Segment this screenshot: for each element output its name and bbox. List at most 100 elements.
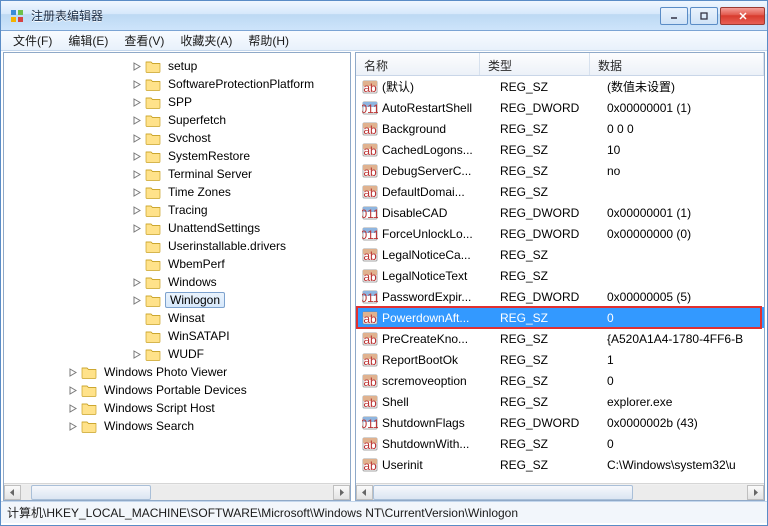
statusbar: 计算机\HKEY_LOCAL_MACHINE\SOFTWARE\Microsof… xyxy=(1,501,767,523)
folder-icon xyxy=(145,257,161,271)
scroll-right-icon[interactable] xyxy=(747,485,764,500)
value-row[interactable]: abUserinitREG_SZC:\Windows\system32\u xyxy=(356,454,764,475)
tree-item[interactable]: Time Zones xyxy=(4,183,350,201)
tree-item[interactable]: Windows Search xyxy=(4,417,350,435)
value-row[interactable]: abDebugServerC...REG_SZno xyxy=(356,160,764,181)
menu-file[interactable]: 文件(F) xyxy=(5,30,60,51)
expand-toggle-icon[interactable] xyxy=(68,385,79,396)
tree-item[interactable]: WUDF xyxy=(4,345,350,363)
values-hscrollbar[interactable] xyxy=(356,483,764,500)
value-row[interactable]: abCachedLogons...REG_SZ10 xyxy=(356,139,764,160)
value-row[interactable]: abBackgroundREG_SZ0 0 0 xyxy=(356,118,764,139)
col-type[interactable]: 类型 xyxy=(480,53,590,75)
tree-item[interactable]: Tracing xyxy=(4,201,350,219)
menu-help[interactable]: 帮助(H) xyxy=(240,30,297,51)
value-icon: ab xyxy=(362,373,378,389)
scroll-track[interactable] xyxy=(373,485,747,500)
value-data: 0x00000005 (5) xyxy=(607,290,764,304)
tree-item[interactable]: Windows Portable Devices xyxy=(4,381,350,399)
value-data: C:\Windows\system32\u xyxy=(607,458,764,472)
tree-item[interactable]: WbemPerf xyxy=(4,255,350,273)
svg-text:ab: ab xyxy=(363,333,377,347)
registry-tree[interactable]: setupSoftwareProtectionPlatformSPPSuperf… xyxy=(4,53,350,483)
value-row[interactable]: 011AutoRestartShellREG_DWORD0x00000001 (… xyxy=(356,97,764,118)
scroll-track[interactable] xyxy=(21,485,333,500)
tree-item[interactable]: Windows Script Host xyxy=(4,399,350,417)
tree-item[interactable]: Windows Photo Viewer xyxy=(4,363,350,381)
tree-item[interactable]: SoftwareProtectionPlatform xyxy=(4,75,350,93)
menu-view[interactable]: 查看(V) xyxy=(116,30,172,51)
value-type: REG_SZ xyxy=(500,332,607,346)
tree-item[interactable]: SPP xyxy=(4,93,350,111)
tree-item-label: WbemPerf xyxy=(165,257,228,271)
expand-toggle-icon[interactable] xyxy=(68,403,79,414)
scroll-left-icon[interactable] xyxy=(4,485,21,500)
value-row[interactable]: abscremoveoptionREG_SZ0 xyxy=(356,370,764,391)
menu-edit[interactable]: 编辑(E) xyxy=(60,30,116,51)
value-row[interactable]: abLegalNoticeTextREG_SZ xyxy=(356,265,764,286)
expand-toggle-icon[interactable] xyxy=(132,187,143,198)
expand-toggle-icon[interactable] xyxy=(132,223,143,234)
expand-toggle-icon[interactable] xyxy=(132,97,143,108)
svg-text:ab: ab xyxy=(363,354,377,368)
col-data[interactable]: 数据 xyxy=(590,53,764,75)
expand-toggle-icon[interactable] xyxy=(132,295,143,306)
minimize-button[interactable] xyxy=(660,7,688,25)
expand-toggle-icon[interactable] xyxy=(132,205,143,216)
expand-toggle-icon[interactable] xyxy=(132,169,143,180)
tree-item-label: Time Zones xyxy=(165,185,234,199)
tree-item[interactable]: Windows xyxy=(4,273,350,291)
expand-toggle-icon[interactable] xyxy=(132,133,143,144)
value-row[interactable]: abShutdownWith...REG_SZ0 xyxy=(356,433,764,454)
expand-toggle-icon[interactable] xyxy=(68,421,79,432)
tree-item[interactable]: WinSATAPI xyxy=(4,327,350,345)
value-icon: 011 xyxy=(362,100,378,116)
expand-toggle-icon[interactable] xyxy=(132,151,143,162)
expand-toggle-icon[interactable] xyxy=(132,61,143,72)
tree-hscrollbar[interactable] xyxy=(4,483,350,500)
tree-item-label: SystemRestore xyxy=(165,149,253,163)
scroll-left-icon[interactable] xyxy=(356,485,373,500)
expand-toggle-icon[interactable] xyxy=(132,79,143,90)
tree-item[interactable]: Superfetch xyxy=(4,111,350,129)
expand-toggle-icon[interactable] xyxy=(132,115,143,126)
scroll-thumb[interactable] xyxy=(373,485,633,500)
value-type: REG_SZ xyxy=(500,395,607,409)
svg-text:011: 011 xyxy=(362,207,378,221)
value-row[interactable]: abShellREG_SZexplorer.exe xyxy=(356,391,764,412)
value-row[interactable]: abDefaultDomai...REG_SZ xyxy=(356,181,764,202)
scroll-thumb[interactable] xyxy=(31,485,151,500)
value-type: REG_DWORD xyxy=(500,290,607,304)
close-button[interactable] xyxy=(720,7,765,25)
value-row[interactable]: abPowerdownAft...REG_SZ0 xyxy=(356,307,764,328)
folder-icon xyxy=(145,275,161,289)
tree-item[interactable]: Userinstallable.drivers xyxy=(4,237,350,255)
maximize-button[interactable] xyxy=(690,7,718,25)
tree-item[interactable]: Svchost xyxy=(4,129,350,147)
tree-item[interactable]: Winsat xyxy=(4,309,350,327)
svg-text:ab: ab xyxy=(363,165,377,179)
tree-item-label: UnattendSettings xyxy=(165,221,263,235)
tree-item[interactable]: UnattendSettings xyxy=(4,219,350,237)
menu-favorites[interactable]: 收藏夹(A) xyxy=(172,30,240,51)
values-pane: 名称 类型 数据 ab(默认)REG_SZ(数值未设置)011AutoResta… xyxy=(355,52,765,501)
value-row[interactable]: ab(默认)REG_SZ(数值未设置) xyxy=(356,76,764,97)
value-row[interactable]: 011DisableCADREG_DWORD0x00000001 (1) xyxy=(356,202,764,223)
value-type: REG_SZ xyxy=(500,353,607,367)
value-row[interactable]: 011PasswordExpir...REG_DWORD0x00000005 (… xyxy=(356,286,764,307)
value-row[interactable]: abPreCreateKno...REG_SZ{A520A1A4-1780-4F… xyxy=(356,328,764,349)
expand-toggle-icon[interactable] xyxy=(68,367,79,378)
value-row[interactable]: 011ShutdownFlagsREG_DWORD0x0000002b (43) xyxy=(356,412,764,433)
expand-toggle-icon[interactable] xyxy=(132,349,143,360)
value-row[interactable]: abReportBootOkREG_SZ1 xyxy=(356,349,764,370)
tree-item[interactable]: setup xyxy=(4,57,350,75)
tree-item[interactable]: Winlogon xyxy=(4,291,350,309)
value-row[interactable]: abLegalNoticeCa...REG_SZ xyxy=(356,244,764,265)
expand-toggle-icon[interactable] xyxy=(132,277,143,288)
values-list[interactable]: ab(默认)REG_SZ(数值未设置)011AutoRestartShellRE… xyxy=(356,76,764,483)
tree-item[interactable]: SystemRestore xyxy=(4,147,350,165)
col-name[interactable]: 名称 xyxy=(356,53,480,75)
value-row[interactable]: 011ForceUnlockLo...REG_DWORD0x00000000 (… xyxy=(356,223,764,244)
tree-item[interactable]: Terminal Server xyxy=(4,165,350,183)
scroll-right-icon[interactable] xyxy=(333,485,350,500)
